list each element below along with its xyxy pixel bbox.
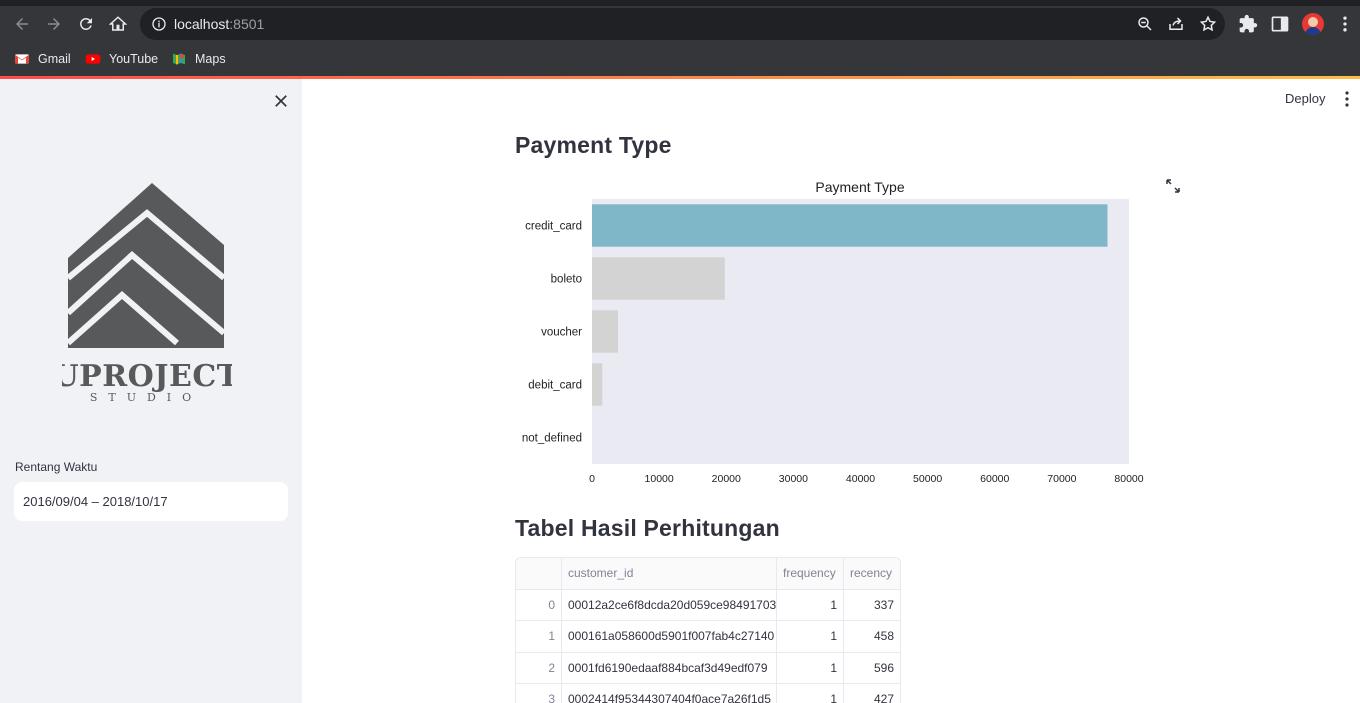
x-tick-label: 80000 — [1114, 473, 1143, 485]
x-tick-label: 50000 — [913, 473, 942, 485]
bar-credit-card — [592, 204, 1108, 247]
bookmark-label: Maps — [195, 52, 226, 66]
youtube-icon — [85, 54, 101, 64]
row-index: 0 — [516, 589, 562, 620]
share-icon[interactable] — [1167, 15, 1185, 33]
bookmark-maps[interactable]: Maps — [171, 51, 226, 67]
bookmark-label: Gmail — [38, 52, 71, 66]
bar-voucher — [592, 310, 618, 353]
column-header-frequency[interactable]: frequency — [777, 558, 844, 589]
arrow-left-icon — [16, 18, 28, 30]
gmail-icon — [15, 54, 29, 64]
table-row: 0 00012a2ce6f8dcda20d059ce98491703 1 337 — [516, 589, 900, 621]
forward-button[interactable] — [42, 12, 66, 36]
cell-customer-id[interactable]: 0002414f95344307404f0ace7a26f1d5 — [562, 684, 777, 703]
bookmark-youtube[interactable]: YouTube — [85, 51, 158, 67]
date-range-value: 2016/09/04 – 2018/10/17 — [23, 494, 168, 509]
x-tick-label: 60000 — [980, 473, 1009, 485]
x-tick-label: 20000 — [712, 473, 741, 485]
reload-icon — [80, 17, 92, 30]
browser-menu-icon[interactable] — [1335, 14, 1355, 34]
y-tick-label: boleto — [551, 274, 582, 286]
close-icon[interactable] — [272, 92, 290, 110]
bookmark-label: YouTube — [109, 52, 159, 66]
column-header-recency[interactable]: recency — [844, 558, 900, 589]
url-text: localhost:8501 — [174, 16, 265, 32]
table-row: 1 000161a058600d5901f007fab4c27140 1 458 — [516, 621, 900, 653]
cell-frequency[interactable]: 1 — [777, 589, 844, 620]
x-tick-label: 10000 — [645, 473, 674, 485]
bar-boleto — [592, 257, 725, 300]
sidebar: UPROJECT STUDIO Rentang Waktu 2016/09/04… — [0, 79, 302, 703]
date-range-input[interactable]: 2016/09/04 – 2018/10/17 — [14, 482, 288, 521]
y-tick-label: credit_card — [525, 221, 582, 233]
zoom-icon[interactable] — [1136, 15, 1154, 33]
main-menu-icon[interactable] — [1340, 90, 1354, 108]
table-row: 3 0002414f95344307404f0ace7a26f1d5 1 427 — [516, 684, 900, 703]
reload-button[interactable] — [74, 12, 98, 36]
bookmarks-bar: Gmail YouTube Maps — [0, 42, 1360, 76]
column-header-customer-id[interactable]: customer_id — [562, 558, 777, 589]
bar-debit-card — [592, 363, 603, 406]
side-panel-icon[interactable] — [1270, 14, 1290, 34]
cell-customer-id[interactable]: 00012a2ce6f8dcda20d059ce98491703 — [562, 589, 777, 620]
cell-customer-id[interactable]: 0001fd6190edaaf884bcaf3d49edf079 — [562, 652, 777, 683]
table-row: 2 0001fd6190edaaf884bcaf3d49edf079 1 596 — [516, 652, 900, 684]
result-dataframe[interactable]: customer_id frequency recency 0 00012a2c… — [515, 557, 901, 703]
bookmark-star-icon[interactable] — [1199, 15, 1217, 33]
cell-frequency[interactable]: 1 — [777, 652, 844, 683]
cell-customer-id[interactable]: 000161a058600d5901f007fab4c27140 — [562, 621, 777, 652]
x-tick-label: 70000 — [1047, 473, 1076, 485]
expand-icon[interactable] — [1165, 178, 1181, 194]
cell-frequency[interactable]: 1 — [777, 621, 844, 652]
arrow-right-icon — [48, 18, 60, 30]
row-index: 3 — [516, 684, 562, 703]
cell-frequency[interactable]: 1 — [777, 684, 844, 703]
svg-text:STUDIO: STUDIO — [90, 391, 202, 403]
x-tick-label: 40000 — [846, 473, 875, 485]
extensions-icon[interactable] — [1238, 14, 1258, 34]
address-bar[interactable]: localhost:8501 — [140, 8, 1225, 40]
cell-recency[interactable]: 458 — [844, 621, 900, 652]
y-tick-label: debit_card — [528, 380, 582, 392]
payment-type-chart: Payment Type credit_cardboleto voucher deb… — [522, 179, 1144, 485]
cell-recency[interactable]: 596 — [844, 653, 900, 684]
payment-type-heading: Payment Type — [515, 132, 672, 158]
back-button[interactable] — [10, 12, 34, 36]
y-tick-label: voucher — [541, 327, 582, 339]
cell-recency[interactable]: 337 — [844, 590, 900, 621]
x-tick-label: 30000 — [779, 473, 808, 485]
home-button[interactable] — [106, 12, 130, 36]
browser-toolbar: localhost:8501 — [0, 6, 1360, 42]
date-range-label: Rentang Waktu — [15, 460, 98, 474]
logo: UPROJECT STUDIO — [52, 183, 239, 404]
row-index: 2 — [516, 652, 562, 683]
row-index: 1 — [516, 621, 562, 652]
home-icon — [109, 16, 127, 31]
bookmark-gmail[interactable]: Gmail — [14, 51, 71, 67]
profile-avatar[interactable] — [1302, 13, 1324, 35]
y-tick-label: not_defined — [522, 433, 582, 445]
column-header-index[interactable] — [516, 558, 562, 589]
deploy-button[interactable]: Deploy — [1285, 91, 1325, 106]
chart-title: Payment Type — [815, 179, 904, 195]
table-header-row: customer_id frequency recency — [516, 558, 900, 590]
x-tick-label: 0 — [589, 473, 595, 485]
info-icon[interactable] — [151, 16, 167, 32]
main-content: Deploy Payment Type Payment Type credit_… — [302, 79, 1360, 703]
result-table-heading: Tabel Hasil Perhitungan — [515, 515, 780, 541]
maps-icon — [173, 53, 185, 65]
cell-recency[interactable]: 427 — [844, 684, 900, 703]
svg-text:UPROJECT: UPROJECT — [62, 359, 232, 394]
